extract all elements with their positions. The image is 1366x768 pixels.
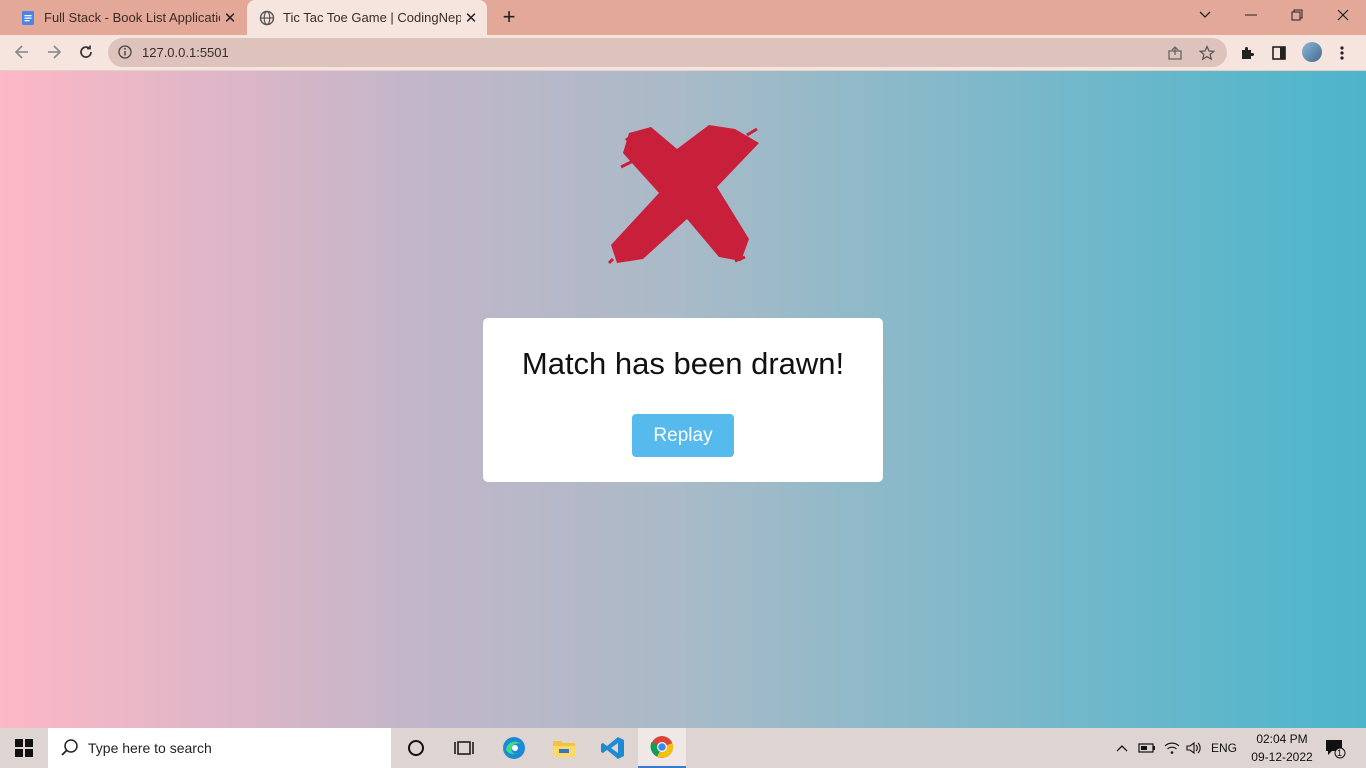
notification-icon[interactable]: 1 xyxy=(1320,728,1350,768)
windows-taskbar: Type here to search ENG 02:04 PM 09-12-2… xyxy=(0,728,1366,768)
globe-icon xyxy=(259,10,275,26)
tab-title: Full Stack - Book List Application xyxy=(44,10,220,25)
windows-start-icon[interactable] xyxy=(0,728,48,768)
chrome-icon[interactable] xyxy=(638,728,686,768)
menu-icon[interactable] xyxy=(1332,43,1352,63)
tab-title: Tic Tac Toe Game | CodingNepal xyxy=(283,10,461,25)
game-page: Match has been drawn! Replay xyxy=(0,71,1366,728)
taskbar-search-input[interactable]: Type here to search xyxy=(48,728,391,768)
clock-date: 09-12-2022 xyxy=(1251,750,1313,764)
notification-count: 1 xyxy=(1337,748,1343,758)
task-view-icon[interactable] xyxy=(440,728,488,768)
clock[interactable]: 02:04 PM 09-12-2022 xyxy=(1240,730,1324,766)
close-icon[interactable]: ✕ xyxy=(220,9,240,27)
tab-book-list[interactable]: Full Stack - Book List Application ✕ xyxy=(8,0,246,35)
cortana-icon[interactable] xyxy=(392,728,440,768)
close-window-button[interactable] xyxy=(1320,0,1366,30)
back-button[interactable] xyxy=(9,39,35,65)
address-bar[interactable]: 127.0.0.1:5501 xyxy=(108,38,1227,67)
avatar[interactable] xyxy=(1302,42,1322,62)
search-icon xyxy=(60,738,80,758)
wifi-icon[interactable] xyxy=(1161,728,1183,768)
url-text: 127.0.0.1:5501 xyxy=(142,45,229,60)
language-indicator[interactable]: ENG xyxy=(1208,728,1240,768)
x-mark-icon xyxy=(607,125,759,265)
star-icon[interactable] xyxy=(1198,44,1216,62)
browser-toolbar: 127.0.0.1:5501 xyxy=(0,35,1366,71)
forward-button[interactable] xyxy=(41,39,67,65)
chevron-up-icon[interactable] xyxy=(1112,728,1132,768)
clock-time: 02:04 PM xyxy=(1256,732,1308,746)
new-tab-button[interactable]: + xyxy=(498,6,520,28)
tab-strip: Full Stack - Book List Application ✕ Tic… xyxy=(0,0,1366,35)
close-icon[interactable]: ✕ xyxy=(461,9,481,27)
docs-icon xyxy=(20,10,36,26)
vscode-icon[interactable] xyxy=(589,728,637,768)
search-placeholder: Type here to search xyxy=(88,740,212,756)
info-icon[interactable] xyxy=(118,45,132,59)
share-icon[interactable] xyxy=(1166,44,1184,62)
battery-icon[interactable] xyxy=(1136,728,1158,768)
edge-icon[interactable] xyxy=(490,728,538,768)
minimize-button[interactable] xyxy=(1228,0,1274,30)
file-explorer-icon[interactable] xyxy=(540,728,588,768)
restore-button[interactable] xyxy=(1274,0,1320,30)
extensions-icon[interactable] xyxy=(1237,43,1257,63)
replay-button[interactable]: Replay xyxy=(632,414,734,457)
result-dialog: Match has been drawn! Replay xyxy=(483,318,883,482)
tab-tic-tac-toe[interactable]: Tic Tac Toe Game | CodingNepal ✕ xyxy=(247,0,487,35)
chevron-down-icon[interactable] xyxy=(1182,0,1228,30)
side-panel-icon[interactable] xyxy=(1269,43,1289,63)
result-message: Match has been drawn! xyxy=(521,346,845,381)
reload-button[interactable] xyxy=(73,39,99,65)
volume-icon[interactable] xyxy=(1183,728,1205,768)
